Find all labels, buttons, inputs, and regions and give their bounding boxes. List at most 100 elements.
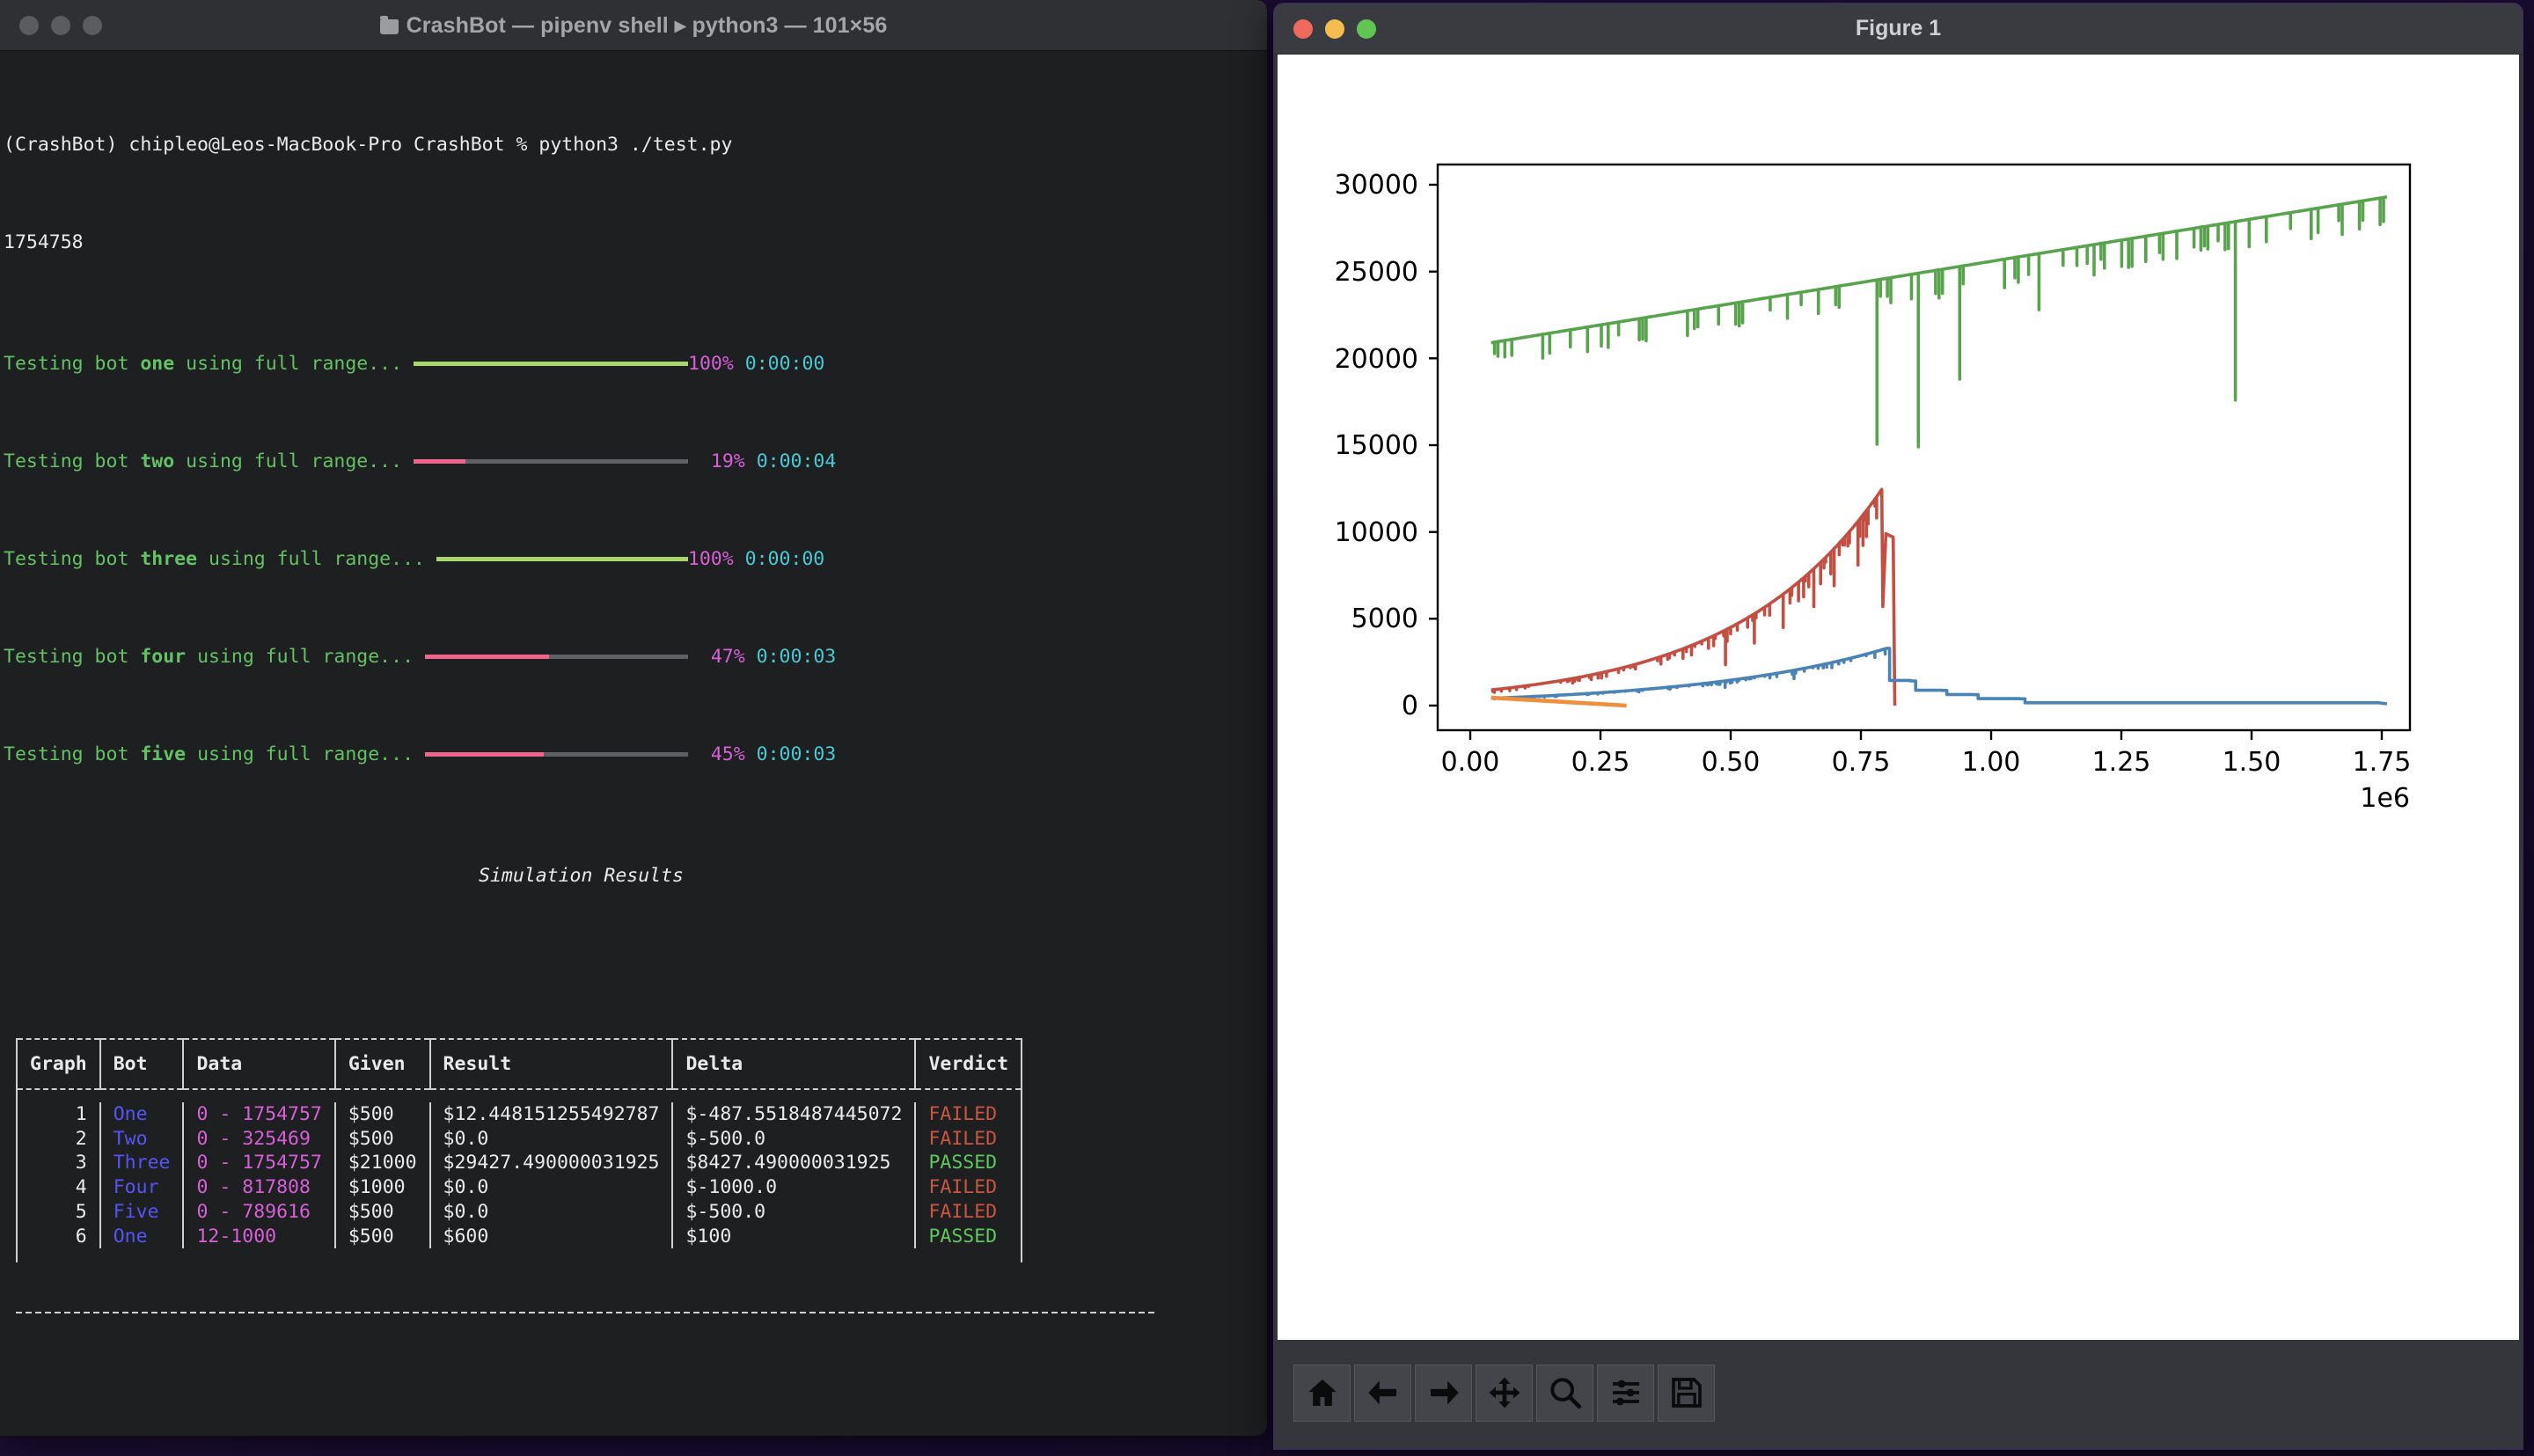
cell-data: 0 - 789616 xyxy=(182,1199,336,1225)
configure-subplots-icon[interactable] xyxy=(1597,1364,1654,1422)
cell-delta: $100 xyxy=(671,1224,917,1249)
cell-given: $500 xyxy=(333,1102,431,1127)
cell-given: $21000 xyxy=(333,1151,431,1176)
cell-verdict: FAILED xyxy=(914,1175,1023,1200)
terminal-traffic-lights xyxy=(19,15,102,35)
desktop: CrashBot — pipenv shell ▸ python3 — 101×… xyxy=(0,0,2534,1456)
cell-delta: $8427.490000031925 xyxy=(671,1151,917,1176)
results-table-body: 1 One 0 - 1754757 $500 $12.4481512554927… xyxy=(15,1089,1023,1263)
cell-data: 0 - 1754757 xyxy=(182,1151,336,1176)
table-row: 2 Two 0 - 325469 $500 $0.0 $-500.0 FAILE… xyxy=(16,1126,1023,1152)
y-tick-0: 0 xyxy=(1402,691,1438,721)
progress-row-four: Testing bot four using full range... 47%… xyxy=(4,645,1267,669)
seed-value: 1754758 xyxy=(4,230,84,253)
terminal-output[interactable]: (CrashBot) chipleo@Leos-MacBook-Pro Cras… xyxy=(0,51,1267,1423)
x-tick-label: 1.75 xyxy=(2353,747,2412,778)
cell-graph: 4 xyxy=(16,1175,101,1200)
cell-graph: 3 xyxy=(16,1151,101,1176)
cell-graph: 5 xyxy=(16,1199,101,1225)
table-row: 4 Four 0 - 817808 $1000 $0.0 $-1000.0 FA… xyxy=(16,1175,1023,1200)
y-tick-label: 15000 xyxy=(1335,430,1418,461)
cell-result: $29427.490000031925 xyxy=(428,1151,674,1176)
axes-background xyxy=(1438,165,2410,730)
x-tick-label: 0.25 xyxy=(1571,747,1630,778)
progress-elapsed-one: 0:00:00 xyxy=(744,353,825,376)
x-tick-1.00: 1.00 xyxy=(1962,730,2020,778)
progress-bar-three xyxy=(436,557,688,561)
figure-titlebar[interactable]: Figure 1 xyxy=(1274,4,2523,55)
cell-result: $0.0 xyxy=(428,1175,674,1200)
zoom-magnifier-icon[interactable] xyxy=(1536,1364,1593,1422)
y-axis: 30000 25000 20000 15000 10000 5000 0 xyxy=(1335,170,1438,721)
table-row: 1 One 0 - 1754757 $500 $12.4481512554927… xyxy=(16,1102,1023,1127)
x-axis-offset-label: 1e6 xyxy=(2360,783,2410,814)
terminal-seed-output: 1754758 xyxy=(4,230,1267,255)
results-table-wrapper: Graph Bot Data Given Result Delta Verdic… xyxy=(4,990,1267,1362)
forward-arrow-icon[interactable] xyxy=(1415,1364,1472,1422)
table-row: 6 One 12-1000 $500 $600 $100 PASSED xyxy=(16,1224,1023,1249)
cell-bot: Four xyxy=(99,1175,185,1200)
results-table-head: Graph Bot Data Given Result Delta Verdic… xyxy=(16,1039,1023,1089)
table-row: 3 Three 0 - 1754757 $21000 $29427.490000… xyxy=(16,1151,1023,1176)
y-tick-20000: 20000 xyxy=(1335,344,1438,375)
pan-move-icon[interactable] xyxy=(1476,1364,1533,1422)
home-icon[interactable] xyxy=(1293,1364,1351,1422)
back-arrow-icon[interactable] xyxy=(1354,1364,1411,1422)
progress-label-two: Testing bot xyxy=(4,450,141,473)
header-delta: Delta xyxy=(671,1039,917,1089)
progress-percent-two: 19% xyxy=(710,450,745,473)
cell-given: $500 xyxy=(333,1199,431,1225)
progress-label-five: Testing bot xyxy=(4,743,141,765)
progress-elapsed-three: 0:00:00 xyxy=(744,548,825,570)
terminal-prompt-line: (CrashBot) chipleo@Leos-MacBook-Pro Cras… xyxy=(4,133,1267,157)
progress-row-five: Testing bot five using full range... 45%… xyxy=(4,743,1267,767)
progress-suffix-three: using full range... xyxy=(197,548,436,570)
cell-bot: Two xyxy=(99,1126,185,1152)
close-button[interactable] xyxy=(19,15,39,35)
table-bottom-rule xyxy=(16,1311,1158,1313)
cell-bot: One xyxy=(99,1102,185,1127)
x-tick-label: 0.50 xyxy=(1702,747,1761,778)
cell-graph: 6 xyxy=(16,1224,101,1249)
save-floppy-icon[interactable] xyxy=(1658,1364,1715,1422)
x-tick-0.50: 0.50 xyxy=(1702,730,1761,778)
progress-row-two: Testing bot two using full range... 19% … xyxy=(4,450,1267,474)
cell-result: $0.0 xyxy=(428,1126,674,1152)
header-bot: Bot xyxy=(99,1039,185,1089)
matplotlib-canvas[interactable]: 30000 25000 20000 15000 10000 5000 0 0.0… xyxy=(1278,55,2519,1340)
y-tick-label: 30000 xyxy=(1335,170,1418,201)
progress-bot-name-three: three xyxy=(140,548,198,570)
y-tick-30000: 30000 xyxy=(1335,170,1438,201)
progress-bot-name-two: two xyxy=(140,450,175,473)
plot-svg: 30000 25000 20000 15000 10000 5000 0 0.0… xyxy=(1335,163,2412,814)
terminal-title-text: CrashBot — pipenv shell ▸ python3 — 101×… xyxy=(406,12,888,38)
header-result: Result xyxy=(428,1039,674,1089)
zoom-button[interactable] xyxy=(83,15,102,35)
cell-given: $1000 xyxy=(333,1175,431,1200)
cell-given: $500 xyxy=(333,1224,431,1249)
progress-percent-four: 47% xyxy=(710,645,745,668)
cell-verdict: PASSED xyxy=(914,1151,1023,1176)
terminal-titlebar[interactable]: CrashBot — pipenv shell ▸ python3 — 101×… xyxy=(0,0,1267,51)
x-tick-label: 1.25 xyxy=(2092,747,2151,778)
progress-bar-one xyxy=(414,362,689,367)
progress-bar-four xyxy=(424,654,688,659)
progress-suffix-five: using full range... xyxy=(186,743,425,765)
progress-percent-three: 100% xyxy=(687,548,734,570)
header-graph: Graph xyxy=(16,1039,101,1089)
y-tick-15000: 15000 xyxy=(1335,430,1438,461)
cell-given: $500 xyxy=(333,1126,431,1152)
x-tick-1.75: 1.75 xyxy=(2353,730,2412,778)
header-given: Given xyxy=(333,1039,431,1089)
cell-data: 0 - 325469 xyxy=(182,1126,336,1152)
cell-verdict: PASSED xyxy=(914,1224,1023,1249)
matplotlib-toolbar xyxy=(1274,1340,2523,1445)
minimize-button[interactable] xyxy=(51,15,70,35)
cell-data: 12-1000 xyxy=(182,1224,336,1249)
cell-delta: $-487.5518487445072 xyxy=(671,1102,917,1127)
folder-icon xyxy=(379,15,399,34)
progress-bar-five xyxy=(424,751,688,757)
x-tick-label: 0.00 xyxy=(1441,747,1500,778)
y-tick-label: 0 xyxy=(1402,691,1418,721)
progress-percent-five: 45% xyxy=(710,743,745,765)
